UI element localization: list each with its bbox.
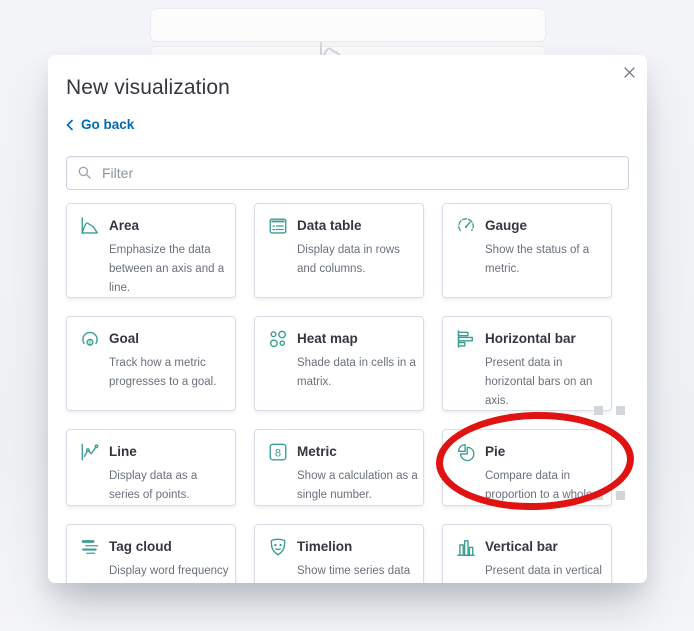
go-back-link[interactable]: Go back	[66, 117, 134, 132]
annotation-handle-square	[594, 491, 603, 500]
heat-map-icon	[268, 329, 288, 349]
card-text: Pie Compare data in proportion to a whole…	[485, 443, 607, 505]
data-table-icon	[268, 216, 288, 236]
card-description: Track how a metric progresses to a goal.	[109, 356, 217, 388]
card-description: Show the status of a metric.	[485, 243, 590, 275]
card-text: Timelion Show time series data on a graph…	[297, 538, 419, 584]
card-text: Gauge Show the status of a metric.	[485, 217, 607, 279]
card-title: Gauge	[485, 217, 528, 233]
card-horizontal-bar[interactable]: Horizontal bar Present data in horizontal…	[442, 315, 612, 411]
card-description: Present data in horizontal bars on an ax…	[485, 356, 593, 407]
page-title: New visualization	[66, 76, 230, 99]
goal-icon: 8	[80, 329, 100, 349]
card-description: Show a calculation as a single number.	[297, 469, 418, 501]
filter-input[interactable]	[66, 155, 629, 190]
gauge-icon	[456, 216, 476, 236]
card-line[interactable]: Line Display data as a series of points.	[66, 428, 236, 506]
vis-type-grid: Area Emphasize the data between an axis a…	[66, 202, 612, 584]
annotation-handle-square	[594, 406, 603, 415]
card-heat-map[interactable]: Heat map Shade data in cells in a matrix.	[254, 315, 424, 411]
filter-field-wrap	[66, 155, 629, 190]
card-gauge[interactable]: Gauge Show the status of a metric.	[442, 202, 612, 298]
card-title: Data table	[297, 217, 362, 233]
timelion-icon	[268, 537, 288, 557]
card-text: Horizontal bar Present data in horizontal…	[485, 330, 607, 411]
card-description: Display data in rows and columns.	[297, 243, 400, 275]
card-goal[interactable]: 8 Goal Track how a metric progresses to a …	[66, 315, 236, 411]
card-description: Shade data in cells in a matrix.	[297, 356, 416, 388]
card-text: Data table Display data in rows and colum…	[297, 217, 419, 279]
card-text: Line Display data as a series of points.	[109, 443, 231, 505]
card-title: Metric	[297, 443, 337, 459]
card-description: Present data in vertical bars on an axis…	[485, 564, 602, 577]
card-vertical-bar[interactable]: Vertical bar Present data in vertical bar…	[442, 523, 612, 584]
card-title: Line	[109, 443, 137, 459]
card-title: Pie	[485, 443, 506, 459]
new-visualization-modal: New visualization Go back Area Emphasize …	[48, 55, 647, 583]
card-title: Area	[109, 217, 140, 233]
card-description: Emphasize the data between an axis and a…	[109, 243, 225, 294]
card-description: Display word frequency with font size.	[109, 564, 229, 577]
metric-icon: 8	[268, 442, 288, 462]
line-icon	[80, 442, 100, 462]
card-title: Tag cloud	[109, 538, 172, 554]
card-data-table[interactable]: Data table Display data in rows and colum…	[254, 202, 424, 298]
annotation-handle-square	[616, 406, 625, 415]
chevron-left-icon	[66, 119, 73, 130]
card-title: Heat map	[297, 330, 358, 346]
area-icon	[80, 216, 100, 236]
card-title: Goal	[109, 330, 140, 346]
card-text: Vertical bar Present data in vertical bar…	[485, 538, 607, 584]
go-back-label: Go back	[81, 117, 135, 132]
tag-cloud-icon	[80, 537, 100, 557]
card-metric[interactable]: 8 Metric Show a calculation as a single nu…	[254, 428, 424, 506]
pie-icon	[456, 442, 476, 462]
horizontal-bar-icon	[456, 329, 476, 349]
card-description: Display data as a series of points.	[109, 469, 198, 501]
vertical-bar-icon	[456, 537, 476, 557]
card-timelion[interactable]: Timelion Show time series data on a graph…	[254, 523, 424, 584]
svg-text:8: 8	[88, 340, 91, 346]
card-pie[interactable]: Pie Compare data in proportion to a whole…	[442, 428, 612, 506]
card-area[interactable]: Area Emphasize the data between an axis a…	[66, 202, 236, 298]
svg-text:8: 8	[275, 447, 281, 459]
card-text: Heat map Shade data in cells in a matrix.	[297, 330, 419, 392]
card-description: Show time series data on a graph.	[297, 564, 411, 577]
card-title: Vertical bar	[485, 538, 558, 554]
card-text: Goal Track how a metric progresses to a g…	[109, 330, 231, 392]
card-title: Timelion	[297, 538, 353, 554]
card-text: Metric Show a calculation as a single num…	[297, 443, 419, 505]
background-page-card	[150, 8, 546, 42]
card-title: Horizontal bar	[485, 330, 576, 346]
card-description: Compare data in proportion to a whole.	[485, 469, 596, 501]
card-text: Tag cloud Display word frequency with fon…	[109, 538, 231, 584]
annotation-handle-square	[616, 491, 625, 500]
card-tag-cloud[interactable]: Tag cloud Display word frequency with fon…	[66, 523, 236, 584]
close-icon[interactable]	[620, 63, 638, 81]
card-text: Area Emphasize the data between an axis a…	[109, 217, 231, 298]
